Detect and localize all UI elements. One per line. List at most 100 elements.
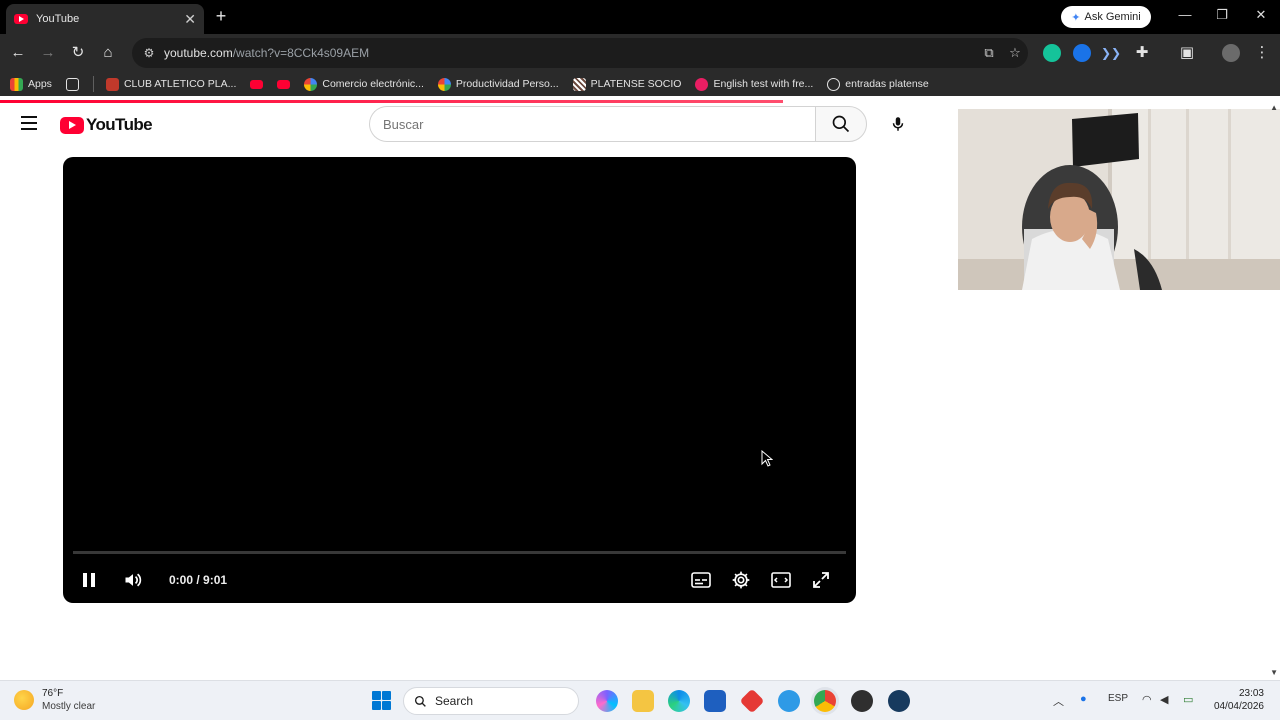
scroll-up-arrow-icon[interactable]: ▲ bbox=[1270, 103, 1278, 112]
bookmarks-bar: Apps CLUB ATLETICO PLA... Comercio elect… bbox=[0, 72, 1280, 96]
install-app-icon[interactable]: ⧉ bbox=[976, 45, 1002, 61]
gemini-sparkle-icon: ✦ bbox=[1071, 11, 1081, 24]
steam-app-icon[interactable] bbox=[888, 690, 910, 712]
bookmark-youtube-1[interactable] bbox=[250, 79, 264, 89]
subtitles-icon bbox=[691, 572, 711, 588]
youtube-bookmark-icon bbox=[277, 79, 291, 89]
fullscreen-button[interactable] bbox=[809, 568, 833, 592]
extensions-puzzle-icon[interactable]: ✚ bbox=[1132, 43, 1152, 63]
copilot-app-icon[interactable] bbox=[596, 690, 618, 712]
input-language[interactable]: ESP bbox=[1108, 693, 1128, 704]
page-loading-bar bbox=[0, 100, 783, 103]
weather-condition: Mostly clear bbox=[42, 701, 96, 712]
search-icon bbox=[414, 695, 426, 707]
bookmark-label: entradas platense bbox=[845, 78, 929, 90]
theater-mode-button[interactable] bbox=[769, 568, 793, 592]
webcam-overlay bbox=[958, 109, 1280, 290]
webcam-person-image bbox=[958, 109, 1280, 290]
volume-icon bbox=[125, 573, 142, 587]
address-bar[interactable]: ⚙ youtube.com/watch?v=8CCk4s09AEM ⧉ ☆ bbox=[132, 38, 1028, 68]
weather-temperature: 76°F bbox=[42, 688, 64, 699]
youtube-play-logo-icon bbox=[60, 116, 84, 134]
bookmark-platense-socio[interactable]: PLATENSE SOCIO bbox=[572, 77, 681, 91]
system-clock[interactable]: 23:03 04/04/2026 bbox=[1210, 687, 1264, 713]
site-info-icon[interactable]: ⚙ bbox=[136, 46, 162, 60]
ask-gemini-button[interactable]: ✦ Ask Gemini bbox=[1061, 6, 1151, 28]
anydesk-app-icon[interactable] bbox=[739, 688, 765, 714]
weather-sun-icon bbox=[14, 690, 34, 710]
theater-mode-icon bbox=[771, 572, 791, 588]
back-arrow-icon[interactable]: ← bbox=[8, 43, 28, 63]
weather-widget[interactable]: 76°F Mostly clear bbox=[14, 687, 95, 713]
bookmark-club-atletico[interactable]: CLUB ATLETICO PLA... bbox=[105, 77, 237, 91]
bookmark-apps[interactable]: Apps bbox=[10, 77, 52, 91]
file-explorer-icon[interactable] bbox=[632, 690, 654, 712]
bookmark-label: Comercio electrónic... bbox=[322, 78, 424, 90]
browser-toolbar: ← → ↻ ⌂ ⚙ youtube.com/watch?v=8CCk4s09AE… bbox=[0, 34, 1280, 72]
reload-icon[interactable]: ↻ bbox=[68, 43, 88, 63]
side-panel-icon[interactable]: ▣ bbox=[1177, 43, 1197, 63]
mouse-cursor-icon bbox=[761, 450, 773, 467]
read-aloud-extension-icon[interactable]: ❯❯ bbox=[1101, 43, 1121, 63]
microsoft-store-icon[interactable] bbox=[704, 690, 726, 712]
volume-button[interactable] bbox=[121, 568, 145, 592]
voice-search-button[interactable] bbox=[880, 106, 916, 142]
bookmark-label: CLUB ATLETICO PLA... bbox=[123, 78, 237, 90]
bookmark-star-icon[interactable]: ☆ bbox=[1002, 45, 1028, 61]
chrome-menu-icon[interactable]: ⋮ bbox=[1252, 43, 1272, 63]
video-player[interactable]: 0:00 / 9:01 bbox=[63, 157, 856, 603]
bookmark-youtube-2[interactable] bbox=[277, 79, 291, 89]
bookmark-comercio[interactable]: Comercio electrónic... bbox=[304, 77, 424, 91]
bookmark-entradas-platense[interactable]: entradas platense bbox=[827, 77, 929, 91]
platense-icon bbox=[572, 77, 586, 91]
edge-browser-icon[interactable] bbox=[668, 690, 690, 712]
ask-gemini-label: Ask Gemini bbox=[1084, 11, 1141, 23]
chrome-app-icon[interactable] bbox=[814, 690, 836, 712]
home-icon[interactable]: ⌂ bbox=[98, 43, 118, 63]
address-url[interactable]: youtube.com/watch?v=8CCk4s09AEM bbox=[162, 46, 976, 60]
clock-time: 23:03 bbox=[1238, 688, 1264, 699]
youtube-logo[interactable]: YouTube bbox=[60, 115, 153, 135]
player-controls: 0:00 / 9:01 bbox=[63, 557, 856, 603]
settings-button[interactable] bbox=[729, 568, 753, 592]
close-window-icon[interactable]: ✕ bbox=[1251, 7, 1271, 23]
search-button[interactable] bbox=[815, 106, 867, 142]
profile-avatar-icon[interactable] bbox=[1222, 44, 1240, 62]
microphone-tray-icon[interactable]: ● bbox=[1080, 693, 1087, 705]
bookmark-label: Apps bbox=[28, 78, 52, 90]
minimize-window-icon[interactable]: — bbox=[1175, 7, 1195, 22]
scroll-down-arrow-icon[interactable]: ▼ bbox=[1270, 668, 1278, 677]
bookmark-productividad[interactable]: Productividad Perso... bbox=[437, 77, 559, 91]
taskbar-search-box[interactable]: Search bbox=[403, 687, 579, 715]
pause-icon bbox=[83, 573, 95, 587]
hamburger-menu-icon[interactable] bbox=[21, 116, 37, 130]
bookmark-tab-grid[interactable] bbox=[65, 77, 79, 91]
shazam-extension-icon[interactable] bbox=[1073, 44, 1091, 62]
skype-app-icon[interactable] bbox=[778, 690, 800, 712]
bookmark-label: Productividad Perso... bbox=[455, 78, 559, 90]
speaker-icon[interactable]: ◀ bbox=[1160, 693, 1168, 706]
bookmark-english-test[interactable]: English test with fre... bbox=[695, 77, 813, 91]
tab-grid-icon bbox=[65, 77, 79, 91]
taskbar-search-label: Search bbox=[435, 694, 474, 708]
battery-icon[interactable]: ▭ bbox=[1183, 693, 1193, 706]
restore-window-icon[interactable]: ❐ bbox=[1212, 7, 1232, 23]
forward-arrow-icon[interactable]: → bbox=[38, 43, 58, 63]
video-progress-bar[interactable] bbox=[73, 551, 846, 554]
pause-button[interactable] bbox=[77, 568, 101, 592]
subtitles-button[interactable] bbox=[689, 568, 713, 592]
grammarly-extension-icon[interactable] bbox=[1043, 44, 1061, 62]
tab-youtube[interactable]: YouTube ✕ bbox=[6, 4, 204, 34]
tab-close-icon[interactable]: ✕ bbox=[184, 11, 196, 28]
globe-icon bbox=[827, 77, 841, 91]
club-crest-icon bbox=[105, 77, 119, 91]
time-display: 0:00 / 9:01 bbox=[169, 573, 228, 587]
apps-grid-icon bbox=[10, 77, 23, 91]
show-hidden-icons-chevron-icon[interactable]: ︿ bbox=[1053, 693, 1064, 709]
github-app-icon[interactable] bbox=[851, 690, 873, 712]
start-button[interactable] bbox=[372, 691, 391, 710]
new-tab-button[interactable]: + bbox=[212, 6, 230, 26]
search-input[interactable] bbox=[369, 106, 815, 142]
url-path: /watch?v=8CCk4s09AEM bbox=[232, 46, 370, 60]
wifi-icon[interactable]: ◠ bbox=[1142, 693, 1152, 706]
